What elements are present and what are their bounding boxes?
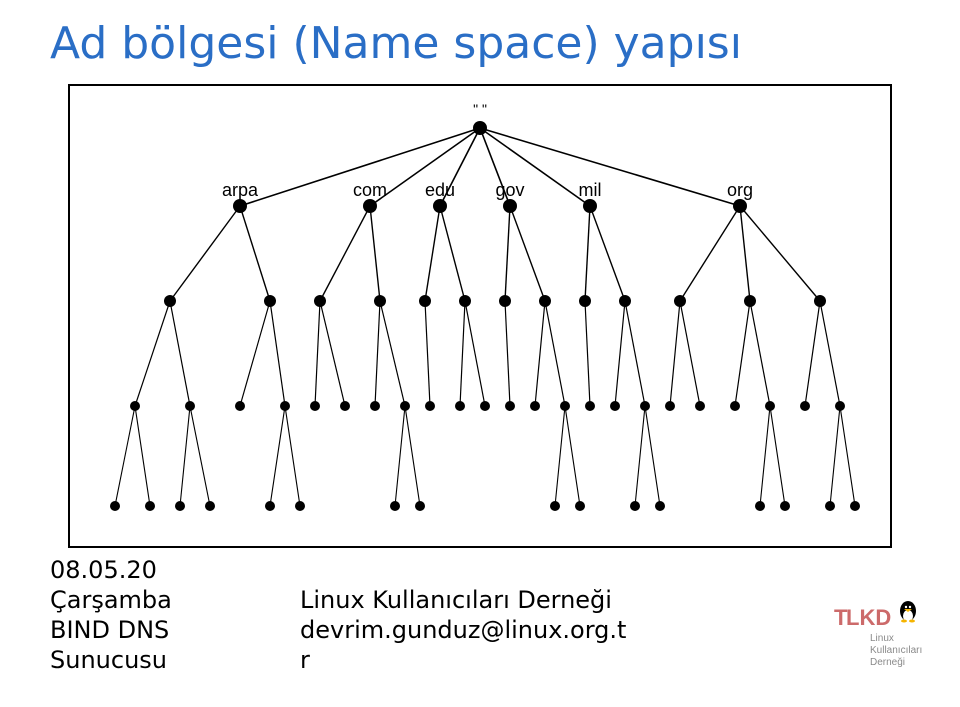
logo-main: LKD bbox=[846, 605, 891, 630]
tld-nodes: arpa com edu gov mil org bbox=[222, 180, 753, 213]
footer-mid-line2: devrim.gunduz@linux.org.t bbox=[300, 615, 626, 645]
footer-mid-block: Linux Kullanıcıları Derneği devrim.gundu… bbox=[300, 585, 626, 675]
tld-label-arpa: arpa bbox=[222, 180, 259, 200]
footer-left-line1: 08.05.20 bbox=[50, 555, 172, 585]
lkd-logo: T LKD Linux Kullanıcıları Derneği bbox=[830, 597, 935, 675]
footer-mid-line1: Linux Kullanıcıları Derneği bbox=[300, 585, 626, 615]
tld-label-gov: gov bbox=[495, 180, 524, 200]
footer-left-line2: Çarşamba bbox=[50, 585, 172, 615]
logo-line3: Derneği bbox=[870, 657, 905, 668]
slide: Ad bölgesi (Name space) yapısı " " arpa bbox=[0, 0, 960, 707]
footer-left-line3: BIND DNS bbox=[50, 615, 172, 645]
l3-nodes bbox=[130, 401, 845, 411]
tld-label-com: com bbox=[353, 180, 387, 200]
l4-edges bbox=[115, 406, 855, 506]
dns-tree-diagram: " " arpa com edu gov bbox=[70, 86, 890, 546]
footer-mid-line3: r bbox=[300, 645, 626, 675]
footer-left-line4: Sunucusu bbox=[50, 645, 172, 675]
root-node-label: " " bbox=[473, 101, 487, 117]
l2-edges bbox=[170, 206, 820, 301]
tld-label-mil: mil bbox=[579, 180, 602, 200]
tld-label-edu: edu bbox=[425, 180, 455, 200]
tree-diagram-frame: " " arpa com edu gov bbox=[68, 84, 892, 548]
logo-line2: Kullanıcıları bbox=[870, 645, 922, 656]
slide-title: Ad bölgesi (Name space) yapısı bbox=[50, 18, 742, 69]
tld-label-org: org bbox=[727, 180, 753, 200]
logo-line1: Linux bbox=[870, 633, 894, 644]
penguin-icon bbox=[900, 601, 916, 623]
l3-edges bbox=[135, 301, 840, 406]
root-edges bbox=[240, 128, 740, 206]
footer-left-block: 08.05.20 Çarşamba BIND DNS Sunucusu bbox=[50, 555, 172, 675]
l4-nodes bbox=[110, 501, 860, 511]
l2-nodes bbox=[164, 295, 826, 307]
